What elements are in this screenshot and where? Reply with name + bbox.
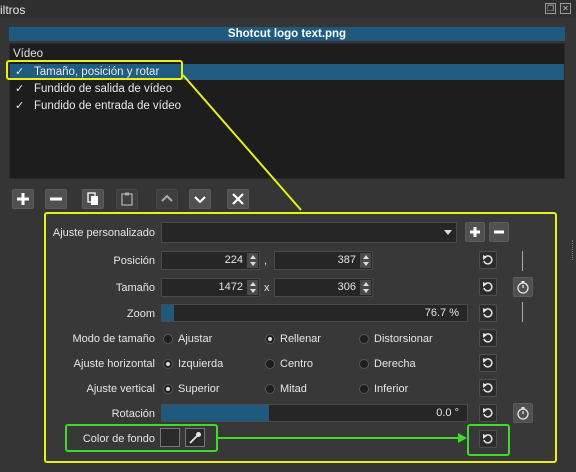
annotation-arrowhead: [458, 433, 467, 443]
annotation-connector-line: [182, 74, 302, 211]
annotation-arrows: [182, 74, 467, 443]
